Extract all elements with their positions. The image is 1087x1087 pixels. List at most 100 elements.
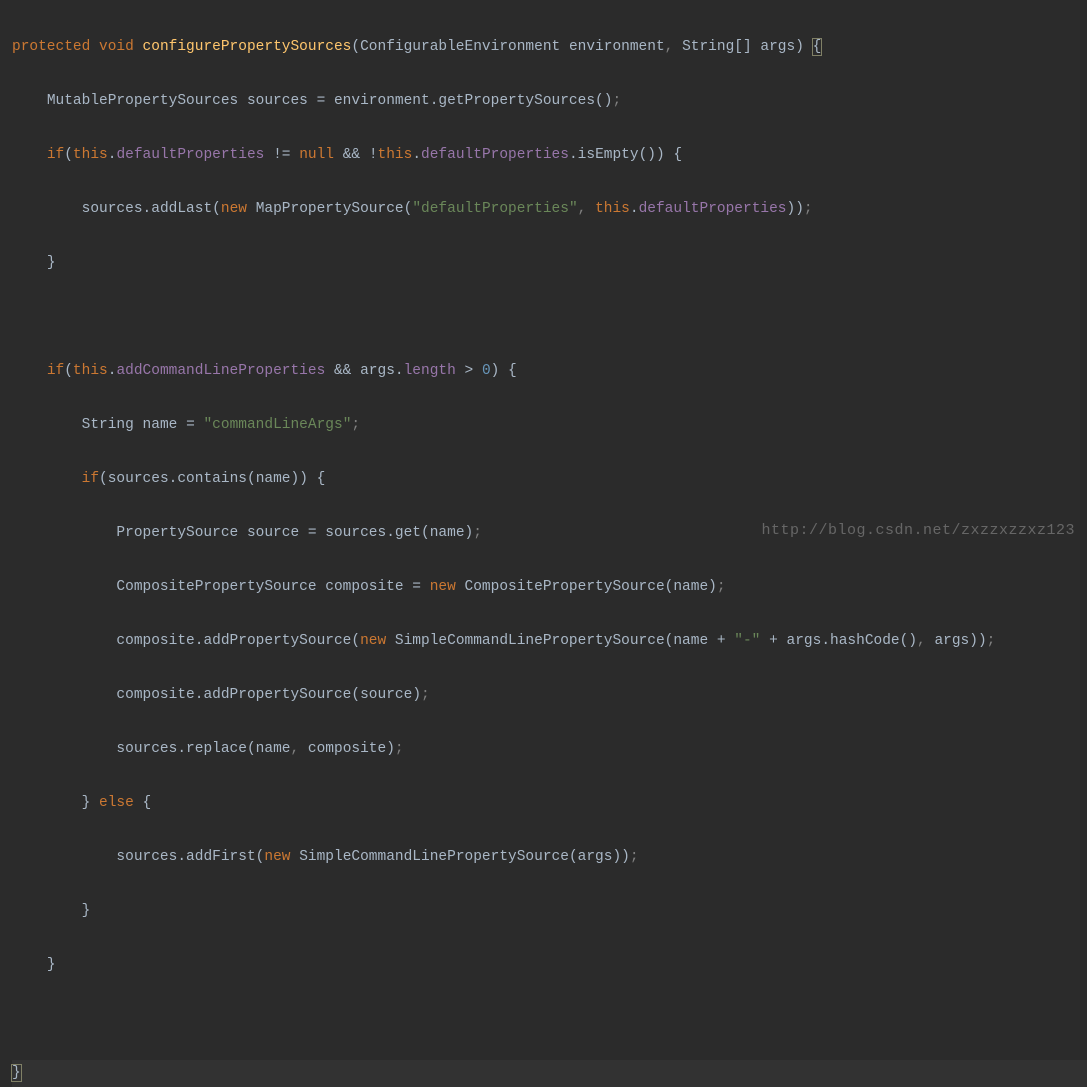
type: MapPropertySource: [256, 201, 404, 217]
code-line-active: }: [12, 1060, 1087, 1087]
method-call: isEmpty: [578, 147, 639, 163]
code-line: if(sources.contains(name)) {: [12, 466, 1087, 493]
semicolon: ;: [473, 525, 482, 541]
semicolon: ;: [630, 849, 639, 865]
code-line: if(this.defaultProperties != null && !th…: [12, 142, 1087, 169]
brace: {: [673, 147, 682, 163]
keyword-this: this: [73, 363, 108, 379]
var: sources: [108, 471, 169, 487]
code-line: sources.addFirst(new SimpleCommandLinePr…: [12, 844, 1087, 871]
var: args: [578, 849, 613, 865]
code-line: if(this.addCommandLineProperties && args…: [12, 358, 1087, 385]
op: &&: [334, 363, 351, 379]
brace: }: [82, 903, 91, 919]
op: >: [465, 363, 474, 379]
semicolon: ;: [987, 633, 996, 649]
dot: .: [177, 741, 186, 757]
type: MutablePropertySources: [47, 93, 238, 109]
paren: ): [795, 39, 804, 55]
field: defaultProperties: [116, 147, 264, 163]
method-call: contains: [177, 471, 247, 487]
method-call: addPropertySource: [203, 633, 351, 649]
code-line: }: [12, 250, 1087, 277]
code-editor[interactable]: protected void configurePropertySources(…: [12, 7, 1087, 1087]
comma: ,: [917, 633, 926, 649]
parens: )): [612, 849, 629, 865]
paren: ): [708, 579, 717, 595]
code-line: sources.replace(name, composite);: [12, 736, 1087, 763]
var: args: [360, 363, 395, 379]
paren: (: [247, 741, 256, 757]
semicolon: ;: [421, 687, 430, 703]
parens: )): [291, 471, 308, 487]
param-type: String[]: [682, 39, 752, 55]
brace: }: [47, 255, 56, 271]
type: CompositePropertySource: [116, 579, 316, 595]
semicolon: ;: [804, 201, 813, 217]
code-line: MutablePropertySources sources = environ…: [12, 88, 1087, 115]
type: String: [82, 417, 134, 433]
keyword-new: new: [360, 633, 386, 649]
paren: (: [665, 579, 674, 595]
brace: {: [813, 39, 822, 55]
equals: =: [308, 525, 317, 541]
keyword-this: this: [378, 147, 413, 163]
var: sources: [116, 741, 177, 757]
op: +: [769, 633, 778, 649]
string-literal: "commandLineArgs": [203, 417, 351, 433]
type: CompositePropertySource: [465, 579, 665, 595]
string-literal: "-": [734, 633, 760, 649]
var: sources: [325, 525, 386, 541]
keyword-else: else: [99, 795, 134, 811]
keyword-void: void: [99, 39, 134, 55]
code-line: }: [12, 898, 1087, 925]
method-name: configurePropertySources: [143, 39, 352, 55]
var: sources: [116, 849, 177, 865]
semicolon: ;: [351, 417, 360, 433]
dot: .: [143, 201, 152, 217]
dot: .: [386, 525, 395, 541]
var: composite: [116, 633, 194, 649]
paren: (: [351, 633, 360, 649]
string-literal: "defaultProperties": [412, 201, 577, 217]
var: name: [430, 525, 465, 541]
field: length: [404, 363, 456, 379]
code-line: protected void configurePropertySources(…: [12, 34, 1087, 61]
brace: {: [317, 471, 326, 487]
paren: (: [665, 633, 674, 649]
field: defaultProperties: [421, 147, 569, 163]
paren: (: [64, 147, 73, 163]
var: sources: [247, 93, 308, 109]
parens: (): [595, 93, 612, 109]
keyword-this: this: [73, 147, 108, 163]
dot: .: [195, 687, 204, 703]
dot: .: [412, 147, 421, 163]
code-line: String name = "commandLineArgs";: [12, 412, 1087, 439]
var: args: [934, 633, 969, 649]
param-name: args: [760, 39, 795, 55]
comma: ,: [578, 201, 587, 217]
semicolon: ;: [395, 741, 404, 757]
var: source: [360, 687, 412, 703]
paren: (: [99, 471, 108, 487]
keyword-if: if: [47, 147, 64, 163]
code-line: CompositePropertySource composite = new …: [12, 574, 1087, 601]
keyword-new: new: [264, 849, 290, 865]
method-call: replace: [186, 741, 247, 757]
parens: (): [900, 633, 917, 649]
code-line: composite.addPropertySource(new SimpleCo…: [12, 628, 1087, 655]
brace: {: [143, 795, 152, 811]
method-call: hashCode: [830, 633, 900, 649]
paren: (: [212, 201, 221, 217]
brace: {: [508, 363, 517, 379]
keyword-this: this: [595, 201, 630, 217]
param-name: environment: [569, 39, 665, 55]
var: args: [787, 633, 822, 649]
method-call: addLast: [151, 201, 212, 217]
method-call: addFirst: [186, 849, 256, 865]
var: composite: [308, 741, 386, 757]
paren: ): [412, 687, 421, 703]
keyword-new: new: [430, 579, 456, 595]
watermark: http://blog.csdn.net/zxzzxzzxz123: [761, 517, 1075, 544]
paren: ): [465, 525, 474, 541]
